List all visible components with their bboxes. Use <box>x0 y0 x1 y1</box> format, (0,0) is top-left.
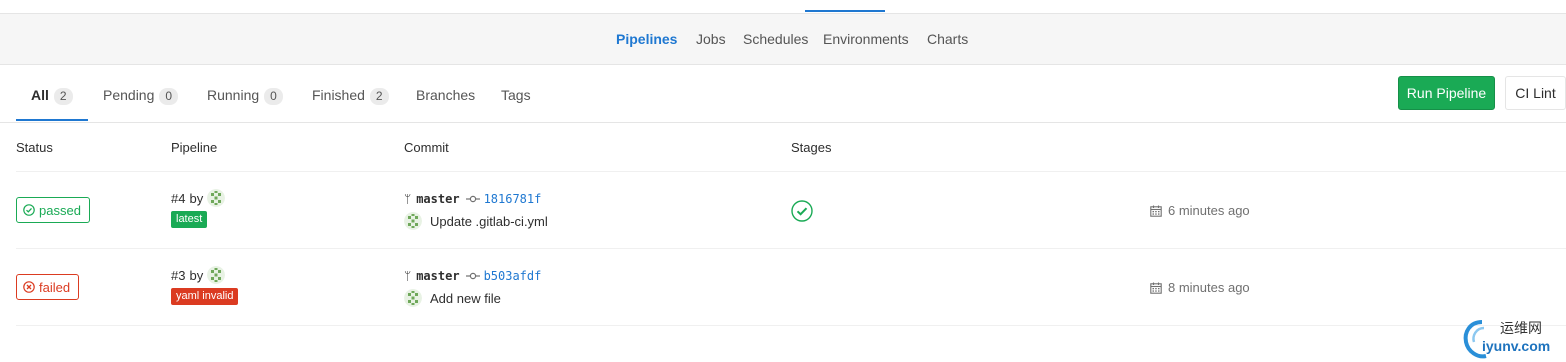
pipeline-scope-tabs: All 2 Pending 0 Running 0 Finished 2 Branche… <box>0 65 1566 123</box>
tab-branches[interactable]: Branches <box>416 87 475 103</box>
tab-all-count: 2 <box>53 88 73 105</box>
commit-author-avatar[interactable] <box>404 212 422 230</box>
column-header-status: Status <box>16 140 53 155</box>
column-header-pipeline: Pipeline <box>171 140 218 155</box>
pipeline-by-text: by <box>189 190 204 206</box>
tab-all-label: All <box>31 87 49 103</box>
pipeline-id-link[interactable]: #3 <box>171 268 185 283</box>
subnav-environments[interactable]: Environments <box>823 31 909 47</box>
tab-pending-count: 0 <box>159 88 179 105</box>
column-header-stages: Stages <box>791 140 832 155</box>
subnav-jobs[interactable]: Jobs <box>696 31 726 47</box>
latest-label: latest <box>171 211 208 228</box>
commit-sha-link[interactable]: 1816781f <box>484 192 542 206</box>
commit-icon <box>465 195 480 203</box>
user-avatar[interactable] <box>207 189 226 207</box>
check-circle-icon <box>23 204 35 216</box>
tab-running[interactable]: Running 0 <box>207 87 283 105</box>
subnav-schedules[interactable]: Schedules <box>743 31 808 47</box>
tab-finished-count: 2 <box>369 88 389 105</box>
commit-author-avatar[interactable] <box>404 289 422 307</box>
tab-pending-label: Pending <box>103 87 155 103</box>
status-badge[interactable]: failed <box>16 274 80 300</box>
watermark-cn-text: 运维网 <box>1500 321 1542 337</box>
commit-icon <box>465 272 480 280</box>
tab-running-count: 0 <box>264 88 283 105</box>
branch-icon: ᛘ <box>404 192 412 206</box>
active-tab-underline <box>16 119 88 121</box>
subnav-charts[interactable]: Charts <box>927 31 968 47</box>
status-text: failed <box>39 279 71 295</box>
pipeline-id-link[interactable]: #4 <box>171 191 185 206</box>
branch-link[interactable]: master <box>416 269 459 283</box>
user-avatar[interactable] <box>207 266 226 284</box>
table-divider <box>16 171 1566 172</box>
tab-all[interactable]: All 2 <box>31 87 73 105</box>
calendar-icon <box>1150 282 1162 294</box>
finished-time: 6 minutes ago <box>1168 203 1250 218</box>
run-pipeline-button[interactable]: Run Pipeline <box>1398 76 1495 110</box>
top-nav-active-indicator <box>805 10 885 12</box>
commit-sha-link[interactable]: b503afdf <box>484 269 542 283</box>
branch-icon: ᛘ <box>404 269 412 283</box>
status-badge[interactable]: passed <box>16 197 90 223</box>
top-nav-strip <box>0 0 1566 14</box>
tab-tags[interactable]: Tags <box>501 87 531 103</box>
tab-pending[interactable]: Pending 0 <box>103 87 179 105</box>
pipeline-by-text: by <box>189 267 204 283</box>
commit-message-link[interactable]: Add new file <box>430 291 501 306</box>
pipelines-subnav: Pipelines Jobs Schedules Environments Ch… <box>0 14 1566 65</box>
tab-running-label: Running <box>207 87 260 103</box>
calendar-icon <box>1150 205 1162 217</box>
tab-finished-label: Finished <box>312 87 365 103</box>
watermark-logo: 运维网 iyunv.com <box>1460 316 1566 362</box>
branch-link[interactable]: master <box>416 192 459 206</box>
table-divider <box>16 248 1566 249</box>
ci-lint-button[interactable]: CI Lint <box>1505 76 1566 110</box>
table-divider <box>16 325 1566 326</box>
finished-time: 8 minutes ago <box>1168 280 1250 295</box>
stage-success-icon[interactable] <box>791 200 813 222</box>
tab-finished[interactable]: Finished 2 <box>312 87 389 105</box>
column-header-commit: Commit <box>404 140 449 155</box>
commit-message-link[interactable]: Update .gitlab-ci.yml <box>430 214 548 229</box>
subnav-pipelines[interactable]: Pipelines <box>616 31 677 47</box>
watermark-en-text: iyunv.com <box>1482 338 1551 354</box>
yaml-invalid-label: yaml invalid <box>171 288 239 305</box>
status-text: passed <box>39 202 81 218</box>
x-circle-icon <box>23 281 35 293</box>
